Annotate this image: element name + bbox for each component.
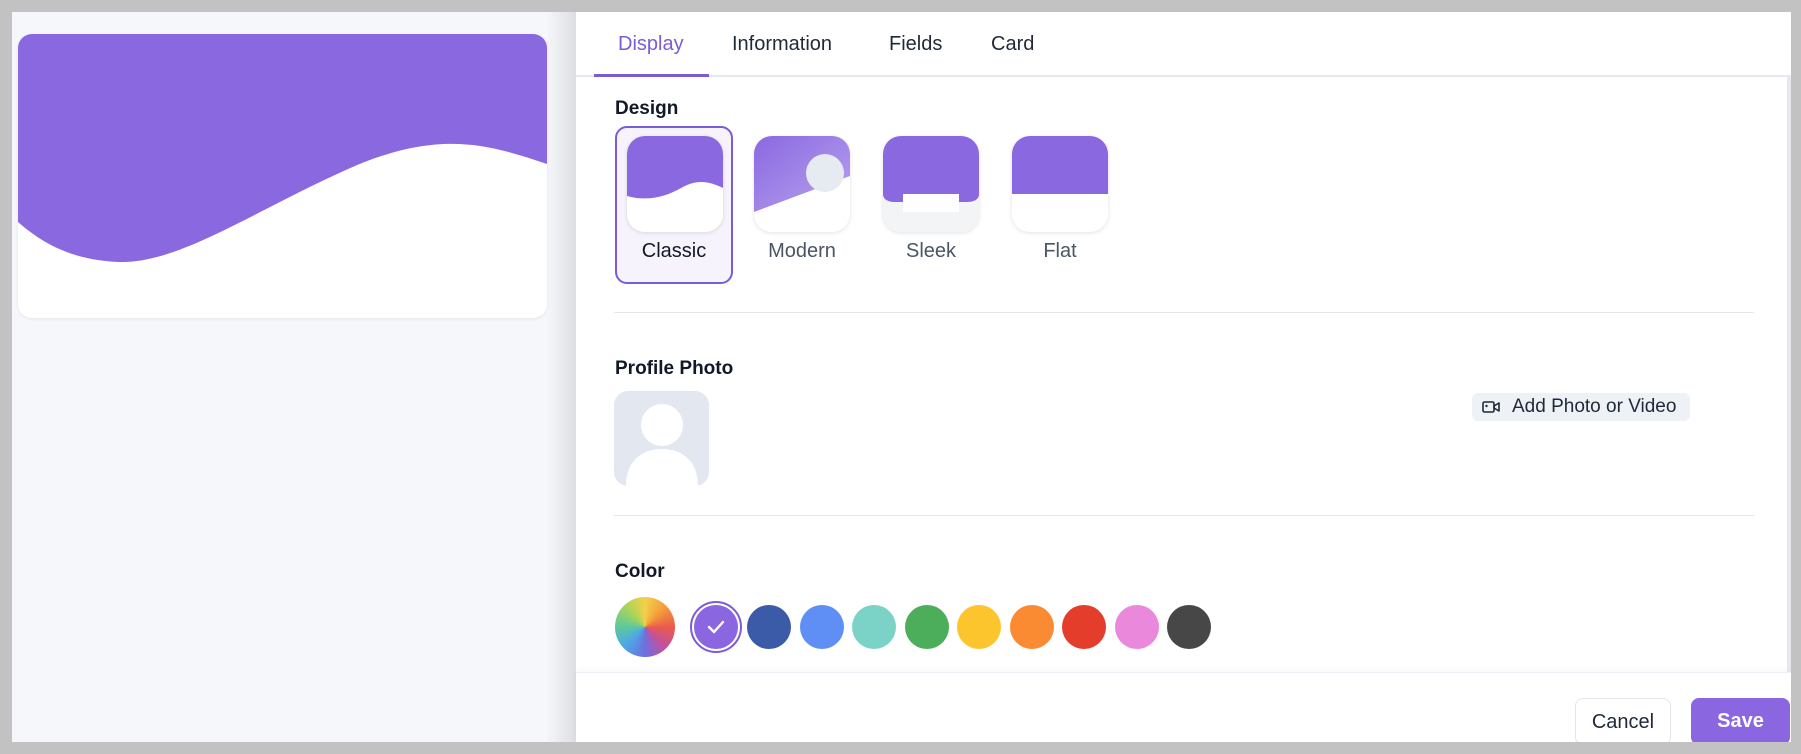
color-swatch-orange[interactable] (1010, 605, 1054, 649)
card-preview-pane (12, 12, 576, 742)
scrollbar[interactable] (1787, 77, 1791, 672)
color-swatch-teal[interactable] (852, 605, 896, 649)
design-option-classic[interactable]: Classic (615, 126, 733, 284)
color-swatch-custom-gradient[interactable] (615, 597, 675, 657)
editor-panel: Display Information Fields Card Design C… (576, 12, 1791, 742)
classic-wave-header (18, 34, 547, 318)
color-section-title: Color (615, 561, 665, 582)
tab-card[interactable]: Card (991, 12, 1034, 77)
color-swatch-charcoal[interactable] (1167, 605, 1211, 649)
color-swatch-red[interactable] (1062, 605, 1106, 649)
add-photo-video-button[interactable]: Add Photo or Video (1472, 393, 1690, 421)
color-swatch-pink[interactable] (1115, 605, 1159, 649)
design-option-sleek[interactable]: Sleek (872, 126, 990, 284)
video-camera-icon (1482, 401, 1500, 413)
profile-photo-section-title: Profile Photo (615, 358, 734, 379)
tab-bar: Display Information Fields Card (576, 12, 1791, 77)
tab-display[interactable]: Display (618, 12, 684, 77)
sleek-design-thumbnail (883, 136, 979, 232)
app-window: Display Information Fields Card Design C… (12, 12, 1791, 742)
flat-design-thumbnail (1012, 136, 1108, 232)
tab-information[interactable]: Information (732, 12, 832, 77)
classic-design-thumbnail (627, 136, 723, 232)
add-photo-video-label: Add Photo or Video (1512, 396, 1677, 417)
color-swatch-yellow[interactable] (957, 605, 1001, 649)
profile-photo-placeholder[interactable] (614, 391, 709, 486)
editor-footer: Cancel Save (576, 672, 1791, 742)
design-option-label: Classic (641, 240, 707, 262)
color-swatch-green[interactable] (905, 605, 949, 649)
design-option-modern[interactable]: Modern (743, 126, 861, 284)
color-swatch-dark-blue[interactable] (747, 605, 791, 649)
cancel-button[interactable]: Cancel (1575, 698, 1671, 742)
checkmark-icon (707, 620, 725, 634)
color-swatch-purple[interactable] (690, 601, 742, 653)
design-option-flat[interactable]: Flat (1001, 126, 1119, 284)
section-divider (614, 515, 1754, 516)
color-swatch-blue[interactable] (800, 605, 844, 649)
design-section-title: Design (615, 98, 679, 119)
active-tab-indicator (594, 74, 709, 77)
card-preview (18, 34, 547, 318)
modern-design-thumbnail (754, 136, 850, 232)
save-button[interactable]: Save (1691, 698, 1790, 742)
design-option-label: Modern (768, 240, 836, 262)
tab-fields[interactable]: Fields (889, 12, 942, 77)
person-placeholder-icon (626, 404, 698, 486)
design-option-label: Sleek (905, 240, 957, 262)
section-divider (614, 312, 1754, 313)
design-option-label: Flat (1043, 240, 1077, 262)
